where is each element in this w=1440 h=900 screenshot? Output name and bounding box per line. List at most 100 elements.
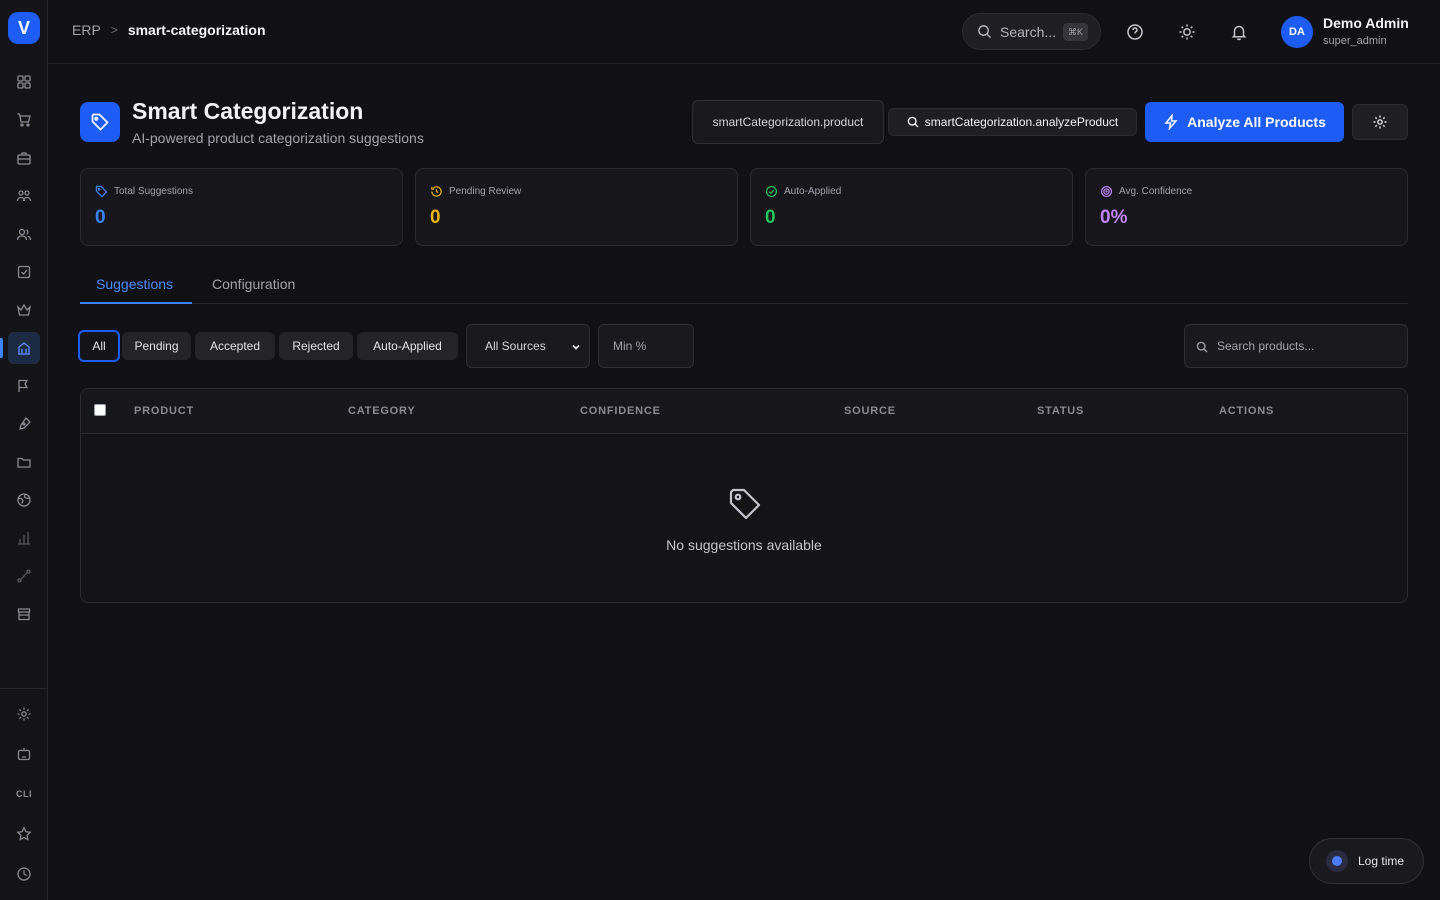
source-select[interactable]: All Sources <box>466 324 590 368</box>
topbar: ERP > smart-categorization Search... ⌘K … <box>48 0 1440 64</box>
cli-label[interactable]: CLI <box>8 778 40 810</box>
filter-rejected-button[interactable]: Rejected <box>279 332 353 360</box>
stat-card-auto-applied: Auto-Applied 0 <box>750 168 1073 246</box>
search-products-input[interactable]: Search products... <box>1184 324 1408 368</box>
search-shortcut: ⌘K <box>1062 23 1088 41</box>
tab-configuration[interactable]: Configuration <box>212 276 295 292</box>
avatar[interactable]: DA <box>1281 16 1313 48</box>
bot-icon[interactable] <box>8 738 40 770</box>
active-indicator <box>0 338 3 358</box>
bar-chart-icon[interactable] <box>8 522 40 554</box>
store-icon[interactable] <box>8 598 40 630</box>
stat-label-text: Auto-Applied <box>784 186 842 197</box>
search-products-placeholder: Search products... <box>1217 339 1315 353</box>
target-icon <box>1100 185 1113 198</box>
analytics-building-icon[interactable] <box>8 332 40 364</box>
user-name[interactable]: Demo Admin <box>1323 15 1409 31</box>
sidebar-divider <box>0 688 48 689</box>
search-icon <box>907 116 919 128</box>
gear-icon[interactable] <box>8 698 40 730</box>
stat-value: 0% <box>1100 207 1128 228</box>
stat-value: 0 <box>765 207 776 228</box>
permission-chip-analyze[interactable]: smartCategorization.analyzeProduct <box>888 108 1137 136</box>
user-role: super_admin <box>1323 35 1387 47</box>
dashboard-icon[interactable] <box>8 66 40 98</box>
column-header-category[interactable]: CATEGORY <box>348 405 416 417</box>
crown-icon[interactable] <box>8 294 40 326</box>
breadcrumb: ERP > smart-categorization <box>72 22 266 38</box>
stat-card-total-suggestions: Total Suggestions 0 <box>80 168 403 246</box>
chevron-down-icon <box>572 344 580 350</box>
log-time-button[interactable]: Log time <box>1309 838 1424 884</box>
timer-icon <box>1326 850 1348 872</box>
column-header-source[interactable]: SOURCE <box>844 405 896 417</box>
filter-pending-button[interactable]: Pending <box>122 332 191 360</box>
briefcase-icon[interactable] <box>8 142 40 174</box>
tab-suggestions[interactable]: Suggestions <box>96 276 173 292</box>
tasks-icon[interactable] <box>8 256 40 288</box>
breadcrumb-current: smart-categorization <box>127 22 266 38</box>
tabs-divider <box>80 303 1408 304</box>
sidebar: V CLI <box>0 0 48 900</box>
column-header-actions: ACTIONS <box>1219 405 1275 417</box>
users-icon[interactable] <box>8 218 40 250</box>
global-search-placeholder: Search... <box>1000 23 1057 40</box>
min-confidence-input[interactable]: Min % <box>598 324 694 368</box>
filter-accepted-button[interactable]: Accepted <box>195 332 275 360</box>
log-time-label: Log time <box>1358 854 1405 868</box>
clock-icon[interactable] <box>8 858 40 890</box>
campaign-flag-icon[interactable] <box>8 370 40 402</box>
analyze-all-products-label: Analyze All Products <box>1187 114 1326 130</box>
gear-icon <box>1373 115 1387 129</box>
globe-icon[interactable] <box>8 484 40 516</box>
folder-icon[interactable] <box>8 446 40 478</box>
stat-value: 0 <box>430 207 441 228</box>
tag-icon <box>80 102 120 142</box>
filter-auto-applied-button[interactable]: Auto-Applied <box>357 332 458 360</box>
pen-tool-icon[interactable] <box>8 408 40 440</box>
tag-icon <box>95 185 108 198</box>
bell-icon[interactable] <box>1227 20 1251 44</box>
route-icon[interactable] <box>8 560 40 592</box>
stat-label-text: Total Suggestions <box>114 186 193 197</box>
tab-active-underline <box>80 302 192 304</box>
check-circle-icon <box>765 185 778 198</box>
page-title: Smart Categorization <box>132 98 364 124</box>
filter-all-button[interactable]: All <box>78 330 120 362</box>
column-header-product[interactable]: PRODUCT <box>134 405 194 417</box>
help-icon[interactable] <box>1123 20 1147 44</box>
chevron-right-icon: > <box>110 23 118 37</box>
stat-card-avg-confidence: Avg. Confidence 0% <box>1085 168 1408 246</box>
stat-label-text: Avg. Confidence <box>1119 186 1193 197</box>
settings-button[interactable] <box>1352 104 1408 140</box>
app-logo[interactable]: V <box>8 12 40 44</box>
select-all-checkbox[interactable] <box>94 404 106 416</box>
stat-label-text: Pending Review <box>449 186 522 197</box>
permission-chip-analyze-label: smartCategorization.analyzeProduct <box>924 115 1119 129</box>
empty-state-text: No suggestions available <box>666 537 822 553</box>
team-icon[interactable] <box>8 180 40 212</box>
stat-card-pending-review: Pending Review 0 <box>415 168 738 246</box>
stat-value: 0 <box>95 207 106 228</box>
sun-icon[interactable] <box>1175 20 1199 44</box>
star-icon[interactable] <box>8 818 40 850</box>
table-header: PRODUCT CATEGORY CONFIDENCE SOURCE STATU… <box>81 389 1407 434</box>
column-header-status[interactable]: STATUS <box>1037 405 1084 417</box>
history-icon <box>431 186 442 197</box>
tag-icon <box>729 488 761 520</box>
breadcrumb-root[interactable]: ERP <box>72 22 101 38</box>
page-subtitle: AI-powered product categorization sugges… <box>132 130 424 146</box>
analyze-all-products-button[interactable]: Analyze All Products <box>1145 102 1344 142</box>
permission-chip-product[interactable]: smartCategorization.product <box>692 100 884 144</box>
cart-icon[interactable] <box>8 104 40 136</box>
column-header-confidence[interactable]: CONFIDENCE <box>580 405 661 417</box>
search-icon <box>1196 341 1208 353</box>
search-icon <box>978 25 992 39</box>
stat-label-confidence: Avg. Confidence <box>1100 185 1192 198</box>
source-select-value: All Sources <box>485 339 546 353</box>
global-search[interactable]: Search... ⌘K <box>962 13 1101 50</box>
zap-icon <box>1164 114 1178 130</box>
stat-label-auto-applied: Auto-Applied <box>765 185 841 198</box>
stat-label-pending: Pending Review <box>430 185 521 198</box>
suggestions-table: PRODUCT CATEGORY CONFIDENCE SOURCE STATU… <box>80 388 1408 603</box>
